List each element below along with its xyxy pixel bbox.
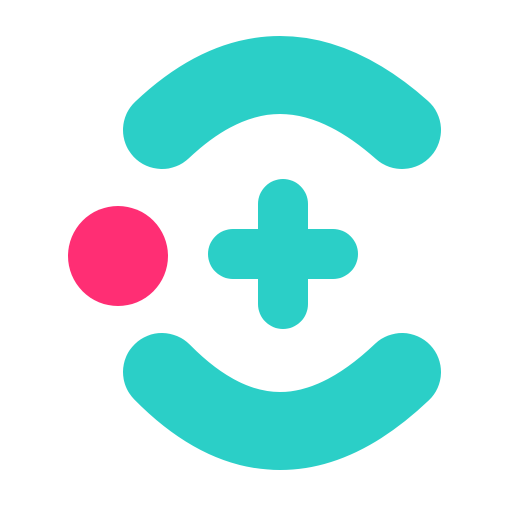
bottom-arc-shape: [123, 333, 441, 470]
app-icon: [0, 0, 512, 512]
top-arc-shape: [123, 36, 441, 169]
app-logo: [68, 36, 441, 470]
accent-dot-shape: [68, 206, 168, 306]
plus-icon: [208, 179, 358, 329]
